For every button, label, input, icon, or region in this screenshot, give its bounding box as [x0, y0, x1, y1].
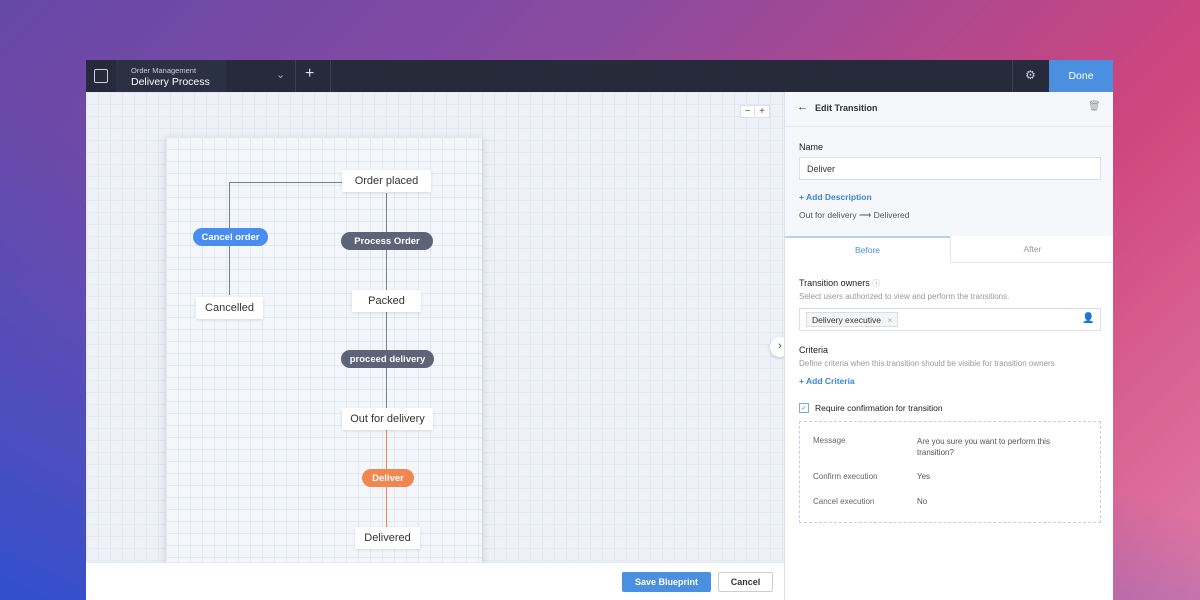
confirmation-box: Message Are you sure you want to perform…: [799, 421, 1101, 523]
add-description-link[interactable]: + Add Description: [799, 192, 872, 202]
cancel-button[interactable]: Cancel: [718, 572, 773, 592]
owners-help: Select users authorized to view and perf…: [799, 292, 1010, 301]
state-out-for-delivery[interactable]: Out for delivery: [342, 408, 433, 430]
workflow-icon[interactable]: [94, 69, 108, 83]
gear-icon[interactable]: ⚙: [1025, 68, 1036, 82]
subtitle: Order Management: [131, 66, 197, 75]
transition-proceed-delivery[interactable]: proceed delivery: [341, 350, 434, 368]
zoom-controls: − +: [740, 105, 770, 118]
owners-label: Transition owners ⓘ: [799, 278, 881, 288]
state-order-placed[interactable]: Order placed: [342, 170, 431, 192]
state-delivered[interactable]: Delivered: [355, 527, 420, 549]
state-packed[interactable]: Packed: [352, 290, 421, 312]
name-input[interactable]: Deliver: [799, 157, 1101, 180]
transition-path: Out for delivery ⟶ Delivered: [799, 210, 909, 221]
zoom-out-button[interactable]: −: [741, 106, 755, 117]
arrow-right-icon: ⟶: [859, 210, 872, 220]
transition-deliver[interactable]: Deliver: [362, 469, 414, 487]
transition-process-order[interactable]: Process Order: [341, 232, 433, 250]
criteria-help: Define criteria when this transition sho…: [799, 359, 1055, 368]
message-key: Message: [813, 436, 846, 445]
plus-icon[interactable]: +: [305, 65, 314, 83]
state-cancelled[interactable]: Cancelled: [196, 297, 263, 319]
tab-after[interactable]: After: [950, 236, 1113, 263]
add-user-icon[interactable]: 👤: [1082, 313, 1094, 324]
criteria-label: Criteria: [799, 345, 829, 355]
cancel-execution-value: No: [917, 497, 928, 506]
chip-remove-button[interactable]: ×: [887, 315, 892, 325]
save-blueprint-button[interactable]: Save Blueprint: [622, 572, 711, 592]
app-window: Order Management Delivery Process ⌄ + ⚙ …: [86, 60, 1113, 600]
message-value: Are you sure you want to perform this tr…: [917, 437, 1050, 457]
confirm-execution-key: Confirm execution: [813, 472, 878, 481]
tab-before[interactable]: Before: [785, 236, 950, 263]
to-state: Delivered: [873, 210, 910, 220]
top-bar: Order Management Delivery Process ⌄ + ⚙ …: [86, 60, 1113, 92]
arrow-left-icon[interactable]: ←: [797, 101, 808, 113]
confirm-label: Require confirmation for transition: [815, 403, 943, 413]
cancel-execution-key: Cancel execution: [813, 497, 875, 506]
diagram: Order placed Cancelled Packed Out for de…: [166, 137, 482, 581]
add-criteria-link[interactable]: + Add Criteria: [799, 376, 855, 386]
edit-transition-panel: ← Edit Transition 🗑 Name Deliver + Add D…: [784, 92, 1113, 600]
owners-input[interactable]: Delivery executive × 👤: [799, 308, 1101, 331]
confirm-checkbox[interactable]: ✓: [799, 403, 809, 413]
info-icon: ⓘ: [872, 279, 881, 288]
from-state: Out for delivery: [799, 210, 857, 220]
chevron-down-icon[interactable]: ⌄: [276, 68, 285, 81]
confirm-execution-value: Yes: [917, 472, 931, 481]
process-title: Delivery Process: [131, 76, 210, 88]
panel-title: Edit Transition: [815, 103, 878, 113]
transition-cancel-order[interactable]: Cancel order: [193, 228, 268, 246]
trash-icon[interactable]: 🗑: [1088, 101, 1101, 112]
done-button[interactable]: Done: [1049, 60, 1113, 92]
name-label: Name: [799, 142, 824, 152]
zoom-in-button[interactable]: +: [755, 106, 769, 117]
blueprint-canvas[interactable]: − + Order placed Cancelled Packed Out fo…: [86, 92, 790, 581]
owner-chip: Delivery executive ×: [806, 312, 899, 327]
footer-bar: Save Blueprint Cancel: [86, 562, 784, 600]
